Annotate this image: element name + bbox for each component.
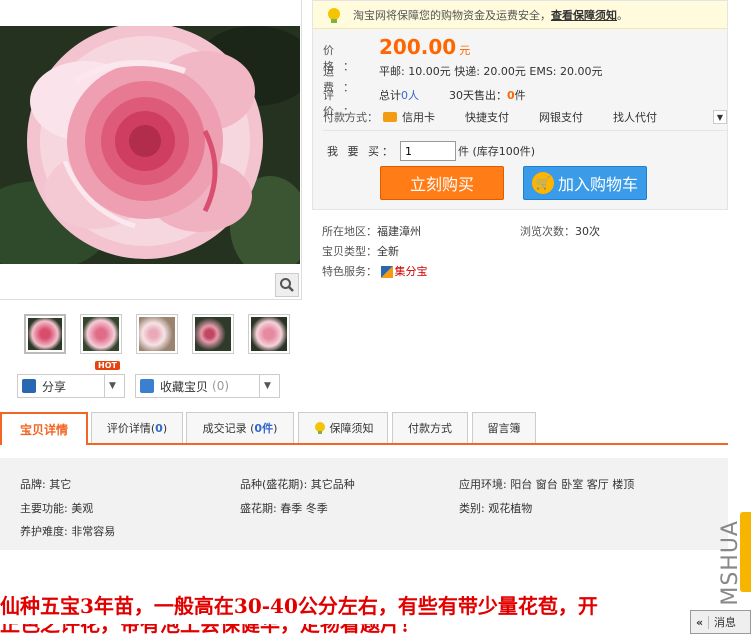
thumbnail-strip (24, 314, 290, 354)
magnifier-icon (280, 278, 294, 292)
item-type-info: 宝贝类型：全新 (322, 245, 399, 258)
watermark: MSHUA (718, 520, 743, 606)
share-button[interactable]: 分享 HOT ▼ (17, 361, 125, 398)
payment-option-proxy[interactable]: 找人代付 (613, 109, 657, 125)
quantity-row: 我 要 买： 件 (库存100件) (327, 141, 535, 161)
hot-badge: HOT (95, 361, 120, 370)
detail-tabs: 宝贝详情 评价详情(0) 成交记录 (0件) 保障须知 付款方式 留言簿 (0, 412, 728, 445)
rating-total[interactable]: 0人 (401, 87, 419, 103)
favorite-icon (140, 379, 154, 393)
chevron-down-icon[interactable]: ▼ (259, 375, 275, 397)
price-value: 200.00 (379, 35, 457, 59)
description-line-2: 正色之评花，带有泡土会保健华，定物看题片！ (0, 624, 712, 634)
stock-text: 件 (库存100件) (458, 145, 536, 158)
share-label: 分享 (42, 379, 67, 394)
tab-details[interactable]: 宝贝详情 (0, 412, 88, 445)
product-info-panel: 淘宝网将保障您的购物资金及运费安全， 查看保障须知 。 价 格： 200.00 … (312, 0, 728, 210)
price-unit: 元 (459, 44, 471, 57)
collapse-arrow-icon[interactable]: « (691, 615, 709, 629)
message-label: 消息 (714, 616, 736, 629)
shipping-text: 平邮: 10.00元 快递: 20.00元 EMS: 20.00元 (379, 65, 603, 78)
tab-reviews[interactable]: 评价详情(0) (91, 412, 183, 443)
buy-now-button[interactable]: 立刻购买 (380, 166, 504, 200)
tab-guarantee[interactable]: 保障须知 (298, 412, 388, 443)
tab-transactions[interactable]: 成交记录 (0件) (186, 412, 294, 443)
special-service-info: 特色服务： 集分宝 (322, 265, 428, 278)
guarantee-link[interactable]: 查看保障须知 (551, 7, 617, 23)
attr-brand: 品牌: 其它 (20, 478, 72, 491)
sold-prefix: 30天售出： (449, 89, 507, 102)
jifenbao-link[interactable]: 集分宝 (395, 265, 428, 278)
thumbnail[interactable] (248, 314, 290, 354)
quantity-input[interactable] (400, 141, 456, 161)
sold-unit: 件 (514, 89, 526, 102)
thumbnail[interactable] (136, 314, 178, 354)
attr-season: 盛花期: 春季 冬季 (240, 502, 328, 515)
tab-payment[interactable]: 付款方式 (392, 412, 468, 443)
payment-label: 付款方式： (323, 111, 378, 124)
chevron-down-icon[interactable]: ▼ (104, 375, 120, 397)
attr-care: 养护难度: 非常容易 (20, 525, 116, 538)
bulb-icon (314, 422, 325, 434)
thumbnail[interactable] (192, 314, 234, 354)
add-to-cart-label: 加入购物车 (557, 175, 638, 194)
favorite-label: 收藏宝贝 (160, 379, 209, 394)
attr-variety: 品种(盛花期): 其它品种 (240, 478, 355, 491)
message-button[interactable]: « 消息 (690, 610, 751, 634)
share-row: 分享 HOT ▼ 收藏宝贝 (0) ▼ (17, 361, 280, 398)
thumbnail[interactable] (80, 314, 122, 354)
location-info: 所在地区：福建漳州 (322, 225, 421, 238)
attr-function: 主要功能: 美观 (20, 502, 94, 515)
sold-count: 0 (507, 89, 515, 102)
favorite-button[interactable]: 收藏宝贝 (0) ▼ (135, 374, 280, 398)
product-photo[interactable] (0, 26, 300, 264)
guarantee-tail: 。 (617, 8, 628, 22)
quantity-label: 我 要 买： (327, 145, 396, 158)
payment-option-quick[interactable]: 快捷支付 (465, 109, 509, 125)
thumbnail[interactable] (24, 314, 66, 354)
zoom-button[interactable] (275, 273, 299, 297)
jifenbao-icon (380, 266, 393, 278)
payment-option-bank[interactable]: 网银支付 (539, 109, 583, 125)
share-icon (22, 379, 36, 393)
attr-category: 类别: 观花植物 (459, 502, 533, 515)
add-to-cart-button[interactable]: 🛒 加入购物车 (523, 166, 647, 200)
attr-environment: 应用环境: 阳台 窗台 卧室 客厅 楼顶 (459, 478, 635, 491)
views-info: 浏览次数：30次 (520, 225, 600, 238)
attributes-panel: 品牌: 其它 品种(盛花期): 其它品种 应用环境: 阳台 窗台 卧室 客厅 楼… (0, 458, 728, 550)
description-line-1: 仙种五宝3年苗，一般高在30-40公分左右，有些有带少量花苞，开 (0, 594, 598, 618)
cart-icon: 🛒 (531, 172, 554, 194)
favorite-count: (0) (212, 379, 230, 393)
rating-total-prefix: 总计 (379, 89, 401, 102)
credit-card-icon (383, 112, 397, 122)
payment-row: 付款方式： 信用卡 快捷支付 网银支付 找人代付 ▼ (323, 109, 727, 131)
main-image-panel (0, 0, 302, 300)
tab-guestbook[interactable]: 留言簿 (472, 412, 536, 443)
chevron-down-icon[interactable]: ▼ (713, 110, 727, 124)
guarantee-bar: 淘宝网将保障您的购物资金及运费安全， 查看保障须知 。 (313, 1, 727, 29)
guarantee-text: 淘宝网将保障您的购物资金及运费安全， (353, 8, 551, 22)
payment-option-credit[interactable]: 信用卡 (383, 109, 435, 125)
bulb-icon (328, 7, 340, 23)
